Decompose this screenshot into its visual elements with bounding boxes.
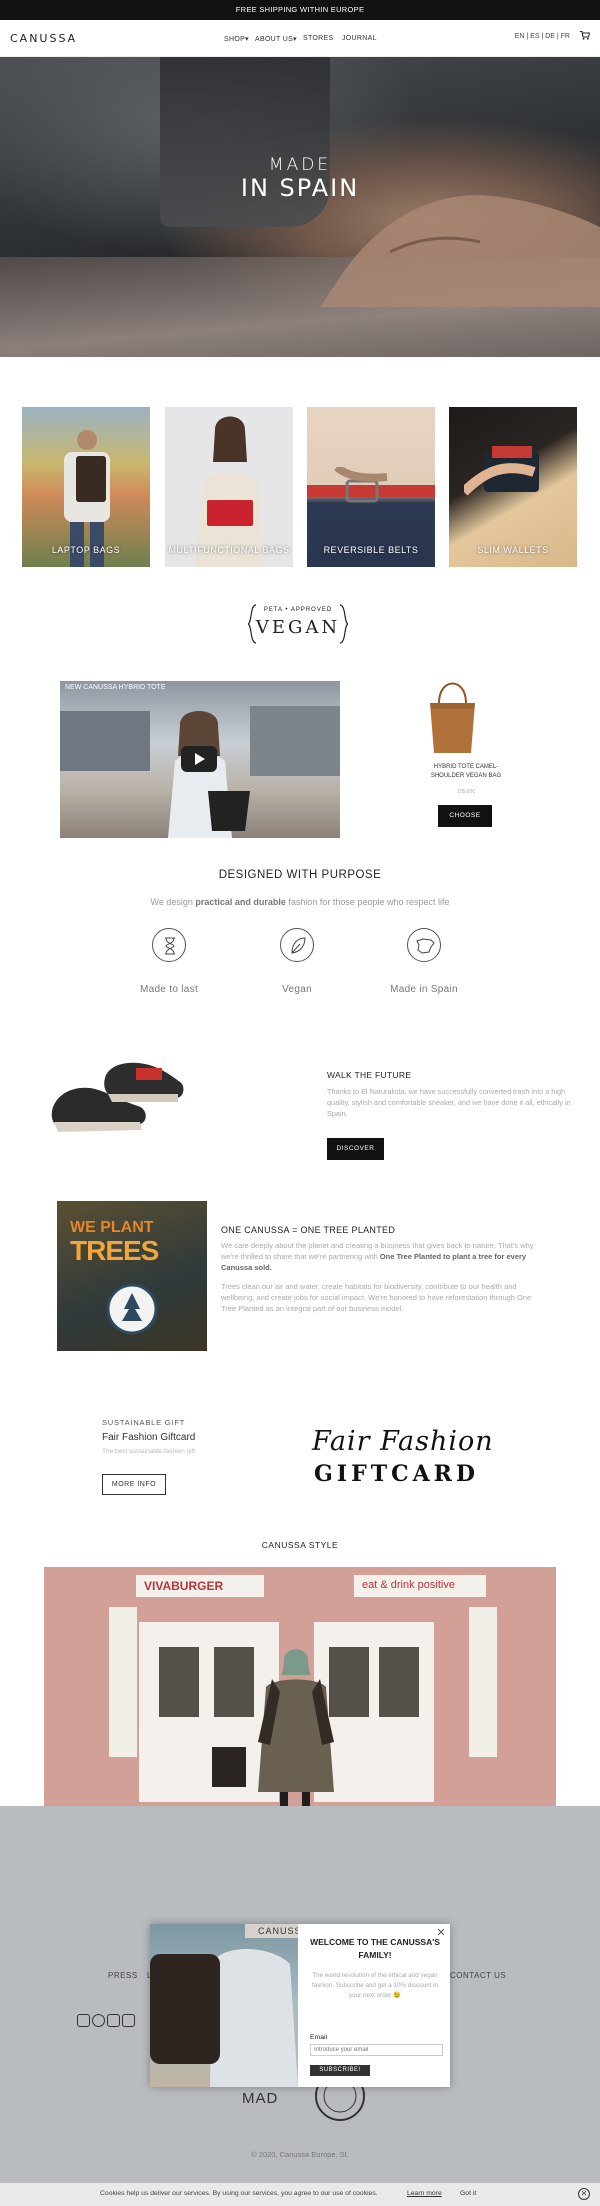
category-laptop-bags[interactable]: LAPTOP BAGS	[22, 407, 150, 567]
purpose-subtitle: We design practical and durable fashion …	[150, 897, 450, 907]
cookie-banner: Cookies help us deliver our services. By…	[0, 2183, 600, 2206]
one-tree-planted-logo	[106, 1283, 158, 1335]
cookie-text: Cookies help us deliver our services. By…	[100, 2190, 378, 2197]
eat-drink-sign: eat & drink positive	[362, 1579, 455, 1591]
email-label: Email	[310, 2034, 327, 2041]
play-icon	[195, 753, 205, 765]
video-player[interactable]: NEW CANUSSA HYBRID TOTE	[60, 681, 340, 838]
choose-button[interactable]: CHOOSE	[438, 805, 492, 827]
category-label: LAPTOP BAGS	[51, 545, 121, 555]
hybrid-tote-image[interactable]	[425, 675, 480, 755]
popup-image-brand: CANUSSA	[258, 1926, 298, 1936]
category-label: MULTIFUNCTIONAL BAGS	[168, 545, 290, 555]
discover-button[interactable]: DISCOVER	[327, 1138, 384, 1160]
video-title: NEW CANUSSA HYBRID TOTE	[65, 684, 166, 691]
tree-planted-text: We care deeply about the planet and crea…	[221, 1241, 534, 1272]
product-name[interactable]: HYBRID TOTE CAMEL-SHOULDER VEGAN BAG	[420, 763, 512, 781]
youtube-icon[interactable]	[107, 2014, 120, 2027]
feature-label-vegan: Vegan	[282, 984, 312, 995]
popup-title: WELCOME TO THE CANUSSA'S FAMILY!	[310, 1937, 440, 1960]
hero-banner: MADE IN SPAIN	[0, 57, 600, 357]
backpack-model-image	[150, 1924, 298, 2087]
hero-title-line1: MADE	[268, 155, 332, 175]
language-selector[interactable]: EN | ES | DE | FR	[515, 33, 570, 40]
footer-link-press[interactable]: PRESS	[108, 1971, 138, 1980]
multifunctional-bag-model-image	[195, 416, 265, 567]
close-icon[interactable]: ✕	[578, 2188, 590, 2200]
category-slim-wallets[interactable]: SLIM WALLETS	[449, 407, 577, 567]
logo[interactable]: CANUSSA	[10, 32, 77, 45]
product-price: 105,00€	[456, 789, 476, 795]
email-field[interactable]	[310, 2044, 443, 2056]
play-button[interactable]	[181, 746, 217, 772]
tree-planted-title: ONE CANUSSA = ONE TREE PLANTED	[221, 1225, 396, 1235]
leaf-icon	[280, 928, 314, 962]
main-header: CANUSSA SHOP▾ ABOUT US▾ STORES JOURNAL E…	[0, 20, 600, 57]
we-plant-trees-image: WE PLANT TREES	[57, 1201, 207, 1351]
facebook-icon[interactable]	[92, 2014, 105, 2027]
feature-label-made-in-spain: Made in Spain	[390, 984, 458, 995]
giftcard-text: GIFTCARD	[314, 1461, 480, 1487]
hero-title-line2: IN SPAIN	[240, 174, 360, 202]
category-label: REVERSIBLE BELTS	[323, 545, 419, 555]
reversible-belt-image	[307, 467, 435, 503]
category-label: SLIM WALLETS	[477, 545, 549, 555]
trees-image-line2: TREES	[70, 1235, 159, 1266]
gift-tag: SUSTAINABLE GIFT	[102, 1418, 186, 1427]
mad-badge: MAD	[242, 2090, 279, 2107]
nav-shop[interactable]: SHOP▾	[224, 35, 249, 43]
subscribe-button[interactable]: SUBSCRIBE!	[310, 2065, 370, 2076]
spain-map-icon	[407, 928, 441, 962]
linkedin-icon[interactable]	[122, 2014, 135, 2027]
gift-subtitle: The best sustainable fashion gift	[102, 1448, 196, 1455]
popup-image: CANUSSA	[150, 1924, 298, 2087]
shipping-banner: FREE SHIPPING WITHIN EUROPE	[0, 0, 600, 20]
peta-approved-text: PETA • APPROVED	[263, 607, 333, 613]
slim-wallet-image	[464, 446, 539, 496]
vivaburger-sign: VIVABURGER	[144, 1579, 224, 1593]
tree-planted-text-2: Trees clean our air and water, create ha…	[221, 1282, 532, 1313]
category-reversible-belts[interactable]: REVERSIBLE BELTS	[307, 407, 435, 567]
nav-stores[interactable]: STORES	[303, 35, 333, 42]
newsletter-popup: CANUSSA ✕ WELCOME TO THE CANUSSA'S FAMIL…	[150, 1924, 450, 2087]
nav-journal[interactable]: JOURNAL	[342, 35, 377, 42]
popup-text: The world revolution of the ethical and …	[311, 1972, 439, 1999]
gift-title: Fair Fashion Giftcard	[102, 1432, 196, 1443]
more-info-button[interactable]: MORE INFO	[102, 1474, 166, 1495]
walk-the-future-title: WALK THE FUTURE	[327, 1070, 412, 1080]
vegan-text: VEGAN	[255, 617, 341, 638]
peta-vegan-badge: PETA • APPROVED VEGAN	[248, 603, 348, 645]
giftcard-script-text: Fair Fashion	[312, 1426, 494, 1457]
category-multifunctional-bags[interactable]: MULTIFUNCTIONAL BAGS	[165, 407, 293, 567]
canussa-style-title: CANUSSA STYLE	[261, 1540, 339, 1550]
instagram-icon[interactable]	[77, 2014, 90, 2027]
walk-the-future-text: Thanks to El Naturalista, we have succes…	[327, 1087, 571, 1118]
nav-about-us[interactable]: ABOUT US▾	[255, 35, 297, 43]
got-it-button[interactable]: Got it	[460, 2190, 476, 2197]
sneakers-image[interactable]	[50, 1056, 185, 1141]
purpose-title: DESIGNED WITH PURPOSE	[218, 869, 382, 881]
learn-more-link[interactable]: Learn more	[407, 2190, 442, 2197]
copyright: © 2020, Canussa Europe, SL	[251, 2150, 349, 2159]
cart-icon[interactable]	[580, 31, 590, 40]
hourglass-icon	[152, 928, 186, 962]
feature-label-made-to-last: Made to last	[139, 984, 199, 995]
footer-link-contact-us[interactable]: CONTACT US	[450, 1971, 506, 1980]
